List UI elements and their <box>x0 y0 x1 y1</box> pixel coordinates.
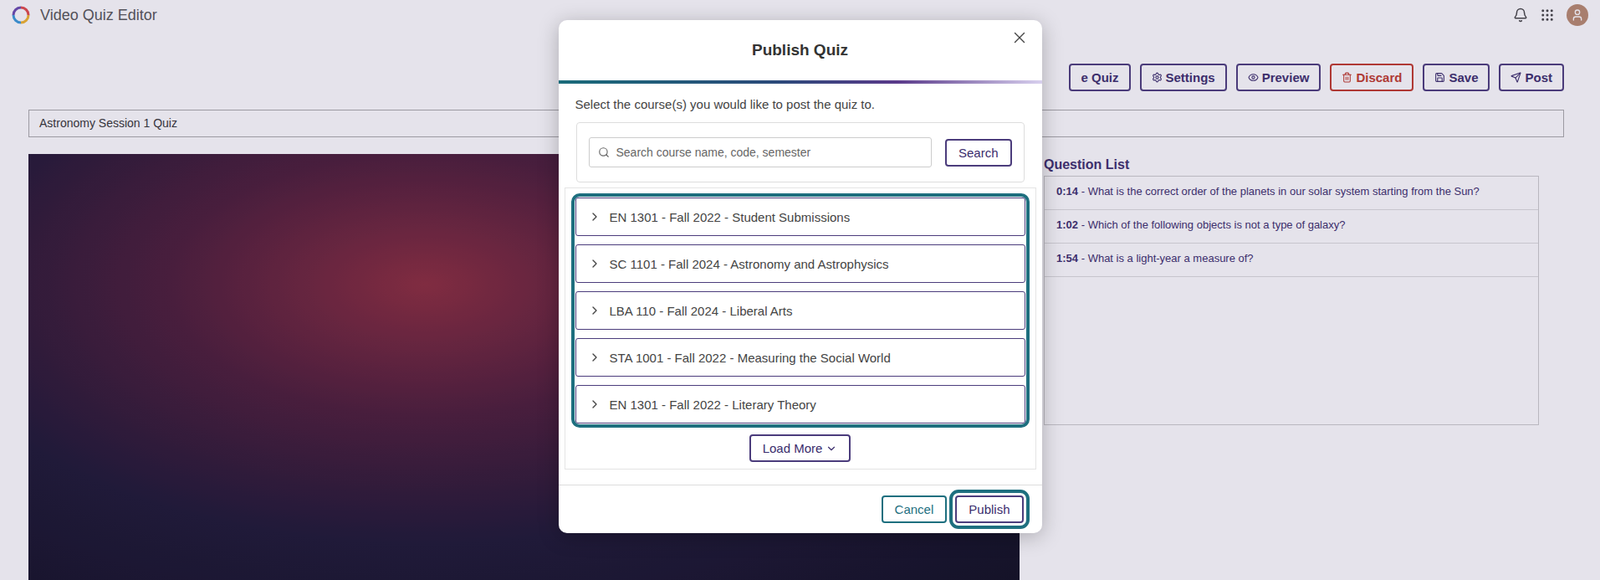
gradient-bar <box>558 80 1043 84</box>
search-box: Search course name, code, semester Search <box>576 122 1025 183</box>
chevron-right-icon <box>587 350 602 364</box>
course-list: EN 1301 - Fall 2022 - Student Submission… <box>571 193 1030 428</box>
app: Video Quiz Editore QuizSettingsPreviewDi… <box>0 0 1600 580</box>
course-row[interactable]: EN 1301 - Fall 2022 - Student Submission… <box>575 197 1026 236</box>
dialog-body: Select the course(s) you would like to p… <box>558 83 1043 485</box>
chevron-right-icon <box>587 209 602 224</box>
close-icon <box>1010 28 1029 47</box>
dialog-header: Publish Quiz <box>558 20 1043 81</box>
course-row[interactable]: SC 1101 - Fall 2024 - Astronomy and Astr… <box>575 244 1026 283</box>
modal-backdrop: Publish Quiz Select the course(s) you wou… <box>0 0 1600 580</box>
publish-dialog: Publish Quiz Select the course(s) you wou… <box>558 20 1043 533</box>
cancel-button[interactable]: Cancel <box>881 495 948 523</box>
publish-button[interactable]: Publish <box>955 495 1023 523</box>
chevron-right-icon <box>587 256 602 271</box>
chevron-down-icon <box>825 442 838 455</box>
course-row[interactable]: STA 1001 - Fall 2022 - Measuring the Soc… <box>575 337 1026 377</box>
load-more-button[interactable]: Load More <box>749 434 852 462</box>
course-list-area: EN 1301 - Fall 2022 - Student Submission… <box>564 187 1037 470</box>
chevron-right-icon <box>587 303 602 317</box>
close-button[interactable] <box>1008 26 1031 52</box>
search-button[interactable]: Search <box>945 138 1013 167</box>
instruction-text: Select the course(s) you would like to p… <box>564 97 1037 112</box>
search-input[interactable]: Search course name, code, semester <box>588 137 932 168</box>
dialog-footer: CancelPublish <box>558 484 1043 533</box>
course-row[interactable]: LBA 110 - Fall 2024 - Liberal Arts <box>575 291 1026 330</box>
course-row[interactable]: EN 1301 - Fall 2022 - Literary Theory <box>575 384 1026 424</box>
dialog-title: Publish Quiz <box>751 40 849 60</box>
chevron-right-icon <box>587 397 602 411</box>
search-icon <box>598 146 610 159</box>
